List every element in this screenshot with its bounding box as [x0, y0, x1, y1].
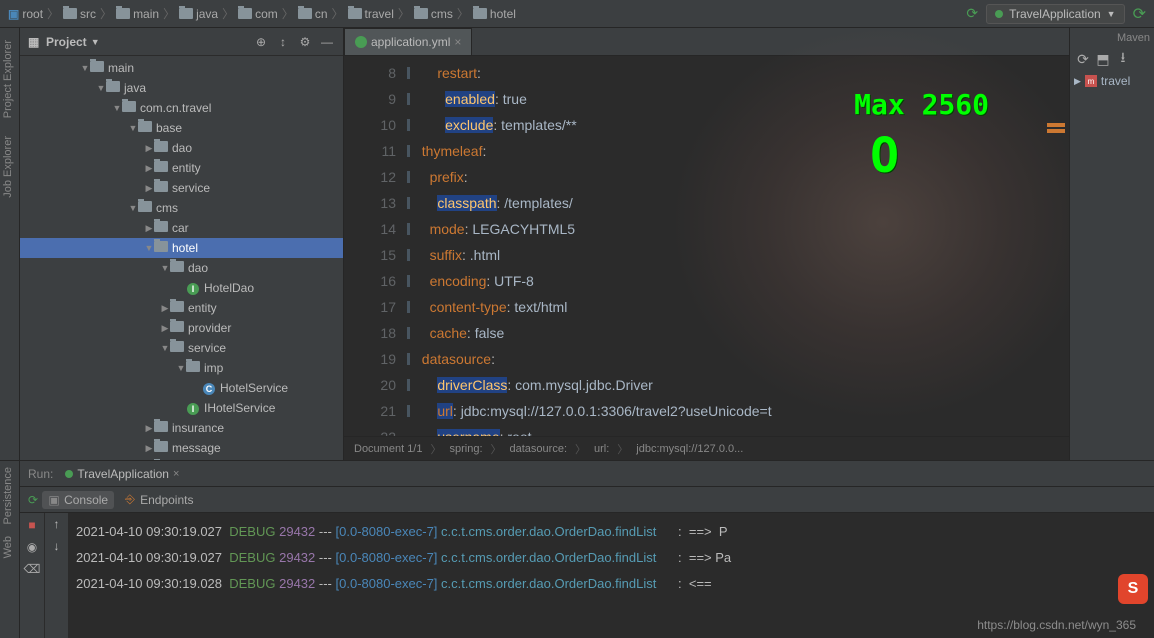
editor-breadcrumb: Document 1/1 〉 spring: 〉 datasource: 〉 u… — [344, 436, 1069, 460]
editor-crumb[interactable]: datasource: — [510, 443, 567, 455]
console-icon: ▣ — [48, 494, 60, 506]
run-config-name: TravelApplication — [1009, 7, 1101, 21]
tree-item[interactable]: main — [20, 58, 343, 78]
breadcrumb-item[interactable]: cms — [414, 7, 453, 21]
tree-item[interactable]: IHotelDao — [20, 278, 343, 298]
endpoints-icon: ⎆ — [124, 494, 136, 506]
close-icon[interactable]: × — [173, 468, 179, 480]
endpoints-tab[interactable]: ⎆ Endpoints — [118, 491, 199, 509]
trash-icon[interactable]: ⌫ — [24, 561, 40, 577]
run-panel: PersistenceWeb Run: TravelApplication × … — [0, 460, 1154, 638]
breadcrumb-item[interactable]: cn — [298, 7, 328, 21]
tree-item[interactable]: entity — [20, 298, 343, 318]
maven-project-item[interactable]: ▶ m travel — [1074, 74, 1150, 88]
editor-area: Max 2560 O application.yml × 89101112131… — [344, 28, 1069, 460]
run-tab[interactable]: TravelApplication × — [59, 467, 185, 481]
tree-item[interactable]: message — [20, 438, 343, 458]
breadcrumb-item[interactable]: java — [179, 7, 218, 21]
watermark-text: https://blog.csdn.net/wyn_365 — [977, 618, 1136, 632]
tree-item[interactable]: CHotelService — [20, 378, 343, 398]
run-config-dropdown[interactable]: TravelApplication ▼ — [986, 4, 1125, 24]
breadcrumb-item[interactable]: main — [116, 7, 159, 21]
tree-item[interactable]: service — [20, 178, 343, 198]
tree-item[interactable]: cms — [20, 198, 343, 218]
console-tab[interactable]: ▣ Console — [42, 491, 114, 509]
run-label: Run: — [28, 467, 53, 481]
editor-tab-bar: application.yml × — [344, 28, 1069, 56]
run-side-tools-2: ↑ ↓ — [44, 513, 68, 638]
refresh-icon[interactable]: ⟳ — [1074, 50, 1092, 68]
tree-item[interactable]: hotel — [20, 238, 343, 258]
side-tab[interactable]: Job Explorer — [0, 130, 16, 204]
code-editor[interactable]: 8910111213141516171819202122 restart: en… — [344, 56, 1069, 436]
editor-crumb[interactable]: spring: — [449, 443, 482, 455]
download-icon[interactable]: ⭳ — [1114, 50, 1132, 68]
tree-item[interactable]: dao — [20, 138, 343, 158]
tree-item[interactable]: com.cn.travel — [20, 98, 343, 118]
breadcrumb-item[interactable]: src — [63, 7, 96, 21]
left-tool-gutter: Project Explorer Job Explorer — [0, 28, 20, 460]
minimize-icon[interactable]: — — [319, 34, 335, 50]
breadcrumb-item[interactable]: hotel — [473, 7, 516, 21]
run-dot-icon — [995, 10, 1003, 18]
line-gutter: 8910111213141516171819202122 — [344, 56, 414, 436]
tree-item[interactable]: entity — [20, 158, 343, 178]
tree-item[interactable]: base — [20, 118, 343, 138]
tree-item[interactable]: service — [20, 338, 343, 358]
project-panel-header: ▦ Project ▼ ⊕ ↕ ⚙ — — [20, 28, 343, 56]
rerun-icon[interactable]: ⟳ — [28, 493, 38, 507]
run-panel-header: Run: TravelApplication × — [20, 461, 1154, 487]
run-icon[interactable]: ⟳ — [1133, 4, 1146, 24]
tree-item[interactable]: car — [20, 218, 343, 238]
tree-item[interactable]: insurance — [20, 418, 343, 438]
csdn-badge: S — [1118, 574, 1148, 604]
file-tab[interactable]: application.yml × — [344, 28, 472, 55]
tree-item[interactable]: provider — [20, 318, 343, 338]
yml-icon — [355, 36, 367, 48]
expand-icon[interactable]: ↕ — [275, 34, 291, 50]
breadcrumb: ▣ root〉 src〉 main〉 java〉 com〉 cn〉 travel… — [8, 5, 966, 22]
tree-item[interactable]: dao — [20, 258, 343, 278]
project-panel-title[interactable]: ▦ Project ▼ — [28, 35, 100, 49]
breadcrumb-item[interactable]: ▣ root — [8, 7, 43, 21]
editor-crumb[interactable]: Document 1/1 — [354, 443, 422, 455]
reload-icon[interactable]: ⟳ — [966, 5, 978, 22]
tree-item[interactable]: java — [20, 78, 343, 98]
editor-crumb[interactable]: url: — [594, 443, 609, 455]
maven-label[interactable]: Maven — [1074, 32, 1150, 44]
breadcrumb-item[interactable]: com — [238, 7, 278, 21]
side-tab[interactable]: Project Explorer — [0, 34, 16, 124]
chevron-down-icon: ▼ — [1107, 9, 1116, 19]
tree-item[interactable]: imp — [20, 358, 343, 378]
down-icon[interactable]: ↓ — [54, 539, 60, 553]
top-bar: ▣ root〉 src〉 main〉 java〉 com〉 cn〉 travel… — [0, 0, 1154, 28]
gear-icon[interactable]: ⚙ — [297, 34, 313, 50]
maven-icon: m — [1085, 75, 1097, 87]
tree-item[interactable]: order — [20, 458, 343, 460]
tree-item[interactable]: IIHotelService — [20, 398, 343, 418]
code-content[interactable]: restart: enabled: true exclude: template… — [414, 56, 1069, 436]
breadcrumb-item[interactable]: travel — [348, 7, 394, 21]
locate-icon[interactable]: ⊕ — [253, 34, 269, 50]
side-tab[interactable]: Persistence — [0, 461, 16, 530]
stop-icon[interactable]: ■ — [24, 517, 40, 533]
close-icon[interactable]: × — [454, 35, 461, 49]
side-tab[interactable]: Web — [0, 530, 16, 564]
project-tree[interactable]: mainjavacom.cn.travelbasedaoentityservic… — [20, 56, 343, 460]
run-left-gutter: PersistenceWeb — [0, 461, 20, 638]
add-icon[interactable]: ⬒ — [1094, 50, 1112, 68]
project-panel: ▦ Project ▼ ⊕ ↕ ⚙ — mainjavacom.cn.trave… — [20, 28, 344, 460]
run-tab-icon — [65, 470, 73, 478]
maven-panel: Maven ⟳ ⬒ ⭳ ▶ m travel — [1069, 28, 1154, 460]
debug-icon[interactable]: ◉ — [24, 539, 40, 555]
editor-crumb[interactable]: jdbc:mysql://127.0.0... — [636, 443, 743, 455]
run-toolbar: ⟳ ▣ Console ⎆ Endpoints — [20, 487, 1154, 513]
file-tab-name: application.yml — [371, 35, 450, 49]
run-side-tools-1: ■ ◉ ⌫ — [20, 513, 44, 638]
up-icon[interactable]: ↑ — [54, 517, 60, 531]
